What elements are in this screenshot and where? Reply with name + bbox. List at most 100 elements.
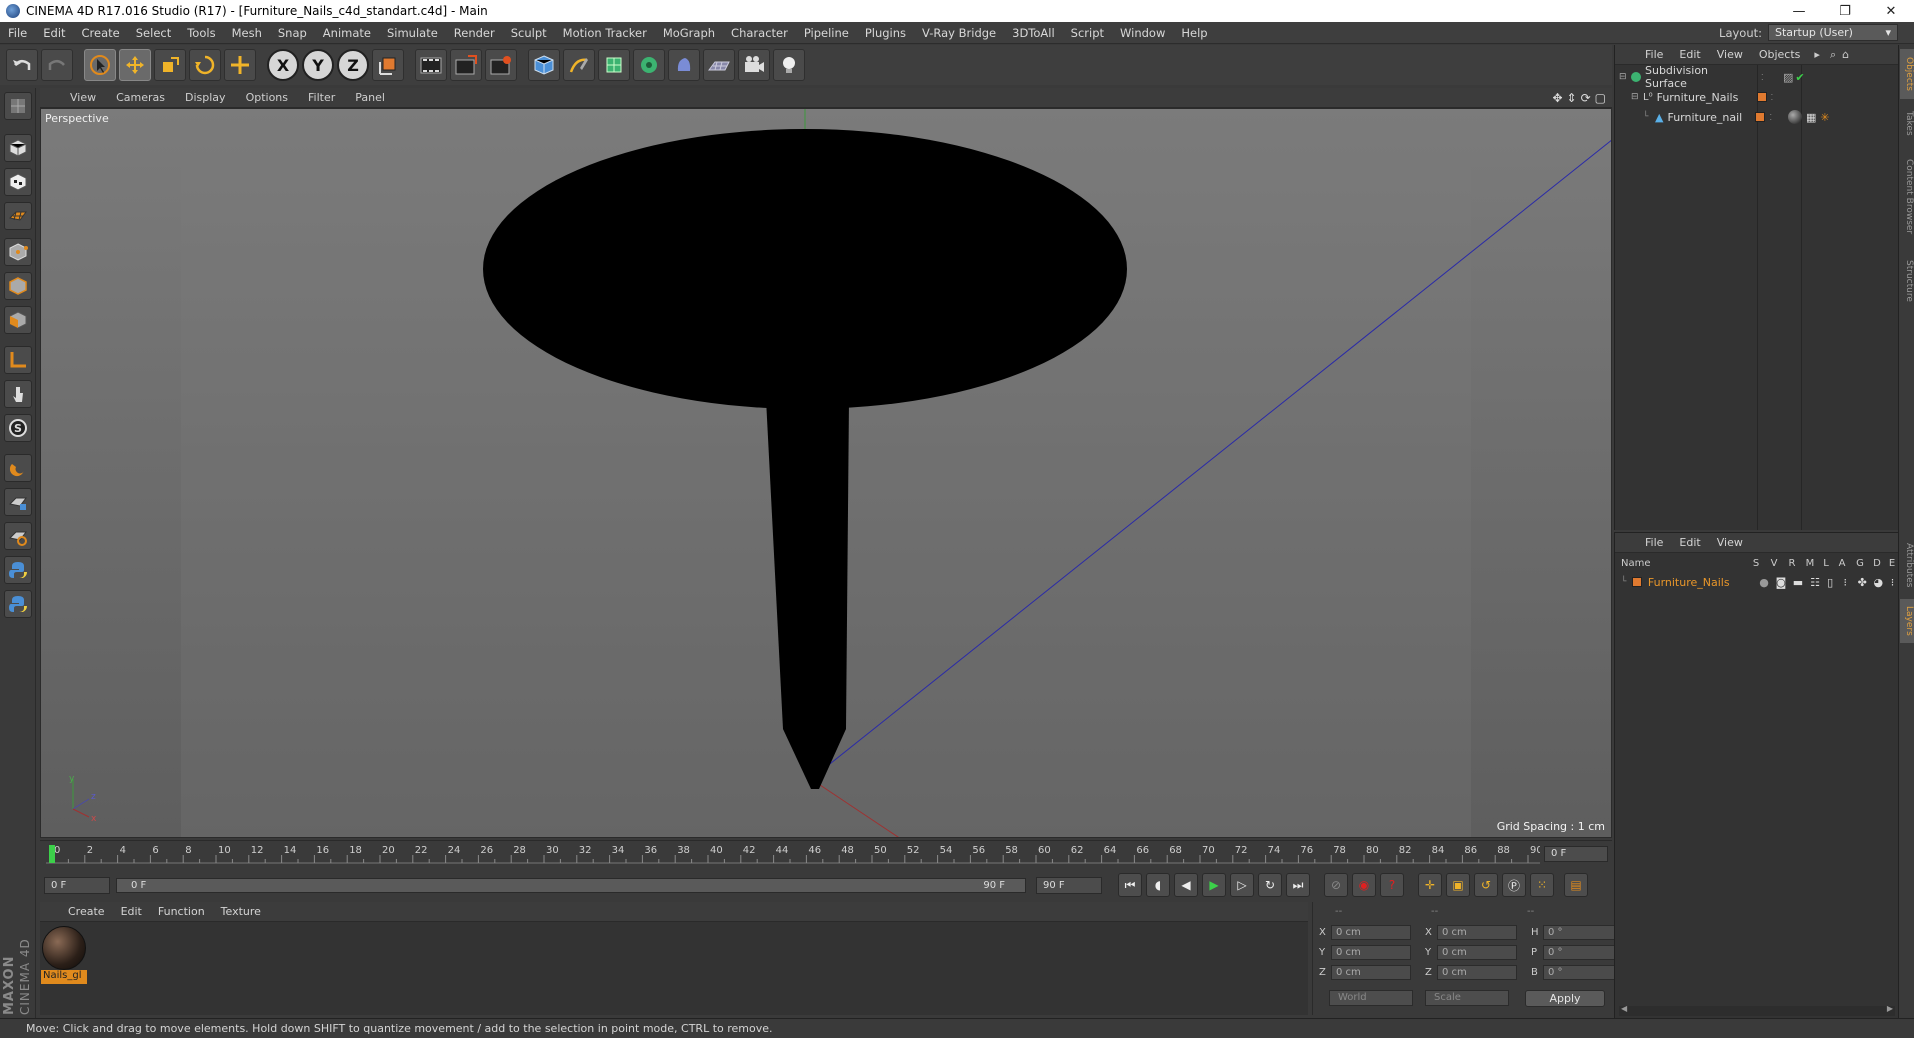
y-axis-lock-button[interactable]: Y (302, 49, 334, 81)
objects-menu-edit[interactable]: Edit (1671, 48, 1708, 61)
pen-spline-button[interactable] (563, 49, 595, 81)
menu-edit[interactable]: Edit (35, 26, 73, 40)
material-tag-icon[interactable] (1788, 110, 1803, 124)
maximize-view-icon[interactable]: ▢ (1595, 91, 1606, 105)
current-frame-field[interactable]: 0 F (1544, 846, 1608, 862)
python-script-button-1[interactable] (4, 556, 32, 584)
rotation-key-icon[interactable]: ↺ (1474, 873, 1498, 897)
menu-create[interactable]: Create (74, 26, 128, 40)
object-row-furniture-nails[interactable]: ⊟ L⁰ Furniture_Nails ⁚ (1615, 87, 1899, 107)
timeline-window-icon[interactable]: ▤ (1564, 873, 1588, 897)
viewport-menu-filter[interactable]: Filter (298, 91, 345, 104)
end-frame-field[interactable]: 90 F (1036, 876, 1102, 894)
phong-tag-icon[interactable]: ✳ (1820, 111, 1829, 124)
visibility-dots-icon[interactable]: ⁚ (1771, 93, 1774, 102)
position-x-field[interactable]: 0 cm (1331, 924, 1411, 940)
material-preview-swatch[interactable] (42, 926, 86, 970)
layer-color-tag[interactable] (1756, 92, 1767, 102)
objects-menu-file[interactable]: File (1637, 48, 1671, 61)
layer-render-icon[interactable]: ▬ (1790, 576, 1807, 589)
previous-frame-icon[interactable]: ◀ (1174, 873, 1198, 897)
home-icon[interactable]: ⌂ (1842, 48, 1849, 61)
layer-generators-icon[interactable]: ✤ (1854, 576, 1871, 589)
go-to-end-icon[interactable]: ⏭ (1286, 873, 1310, 897)
tab-structure[interactable]: Structure (1900, 251, 1914, 311)
tab-content-browser[interactable]: Content Browser (1900, 147, 1914, 247)
menu-mograph[interactable]: MoGraph (655, 26, 723, 40)
tweak-mode-button[interactable] (4, 380, 32, 408)
object-row-subdivision-surface[interactable]: ⊟ Subdivision Surface ⁚ ▨ ✔ (1615, 64, 1899, 90)
size-z-field[interactable]: 0 cm (1437, 964, 1517, 980)
magnet-tool-button[interactable] (4, 454, 32, 482)
tree-collapse-icon[interactable]: ⊟ (1631, 92, 1643, 102)
workplane-mode-button[interactable] (4, 202, 32, 230)
menu-simulate[interactable]: Simulate (379, 26, 446, 40)
layer-row-furniture-nails[interactable]: └ Furniture_Nails ● ◙ ▬ ☷ ▯ ⁝ ✤ ◕ ⁝ (1615, 573, 1899, 591)
render-view-button[interactable] (415, 49, 447, 81)
preview-range-slider[interactable]: 0 F 90 F (116, 877, 1026, 893)
scale-tool-button[interactable] (154, 49, 186, 81)
next-frame-icon[interactable]: ▷ (1230, 873, 1254, 897)
viewport-menu-cameras[interactable]: Cameras (106, 91, 175, 104)
position-y-field[interactable]: 0 cm (1331, 944, 1411, 960)
layer-view-icon[interactable]: ◙ (1773, 576, 1790, 589)
z-axis-lock-button[interactable]: Z (337, 49, 369, 81)
autokeying-icon[interactable]: ◉ (1352, 873, 1376, 897)
menu-character[interactable]: Character (723, 26, 796, 40)
scale-key-icon[interactable]: ▣ (1446, 873, 1470, 897)
menu-plugins[interactable]: Plugins (857, 26, 914, 40)
layer-color-swatch[interactable] (1632, 577, 1642, 587)
points-mode-button[interactable] (4, 238, 32, 266)
layer-lock-icon[interactable]: ▯ (1824, 576, 1837, 589)
size-y-field[interactable]: 0 cm (1437, 944, 1517, 960)
planar-workplane-button[interactable] (4, 522, 32, 550)
material-menu-edit[interactable]: Edit (113, 905, 150, 918)
subdivision-surface-button[interactable] (598, 49, 630, 81)
visibility-dots-icon[interactable]: ⁚ (1769, 113, 1772, 122)
menu-file[interactable]: File (0, 26, 35, 40)
previous-key-icon[interactable]: ◖ (1146, 873, 1170, 897)
layout-select[interactable]: Startup (User) ▾ (1768, 24, 1898, 41)
python-script-button-2[interactable] (4, 590, 32, 618)
position-z-field[interactable]: 0 cm (1331, 964, 1411, 980)
search-icon[interactable]: ⌕ (1830, 48, 1836, 62)
uvw-tag-icon[interactable]: ▦ (1806, 111, 1816, 124)
apply-button[interactable]: Apply (1525, 990, 1605, 1007)
undo-button[interactable] (6, 49, 38, 81)
layer-horizontal-scrollbar[interactable]: ◀ ▶ (1619, 1004, 1895, 1016)
layer-color-tag[interactable] (1755, 112, 1766, 122)
viewport-menu-display[interactable]: Display (175, 91, 236, 104)
tab-takes[interactable]: Takes (1900, 103, 1914, 143)
rotate-tool-button[interactable] (189, 49, 221, 81)
camera-button[interactable] (738, 49, 770, 81)
snap-button[interactable]: S (4, 414, 32, 442)
scroll-left-icon[interactable]: ◀ (1621, 1004, 1627, 1013)
render-to-picture-viewer-button[interactable] (450, 49, 482, 81)
scroll-right-icon[interactable]: ▶ (1887, 1004, 1893, 1013)
minimize-button[interactable]: — (1776, 0, 1822, 22)
menu-sculpt[interactable]: Sculpt (503, 26, 555, 40)
move-tool-button[interactable] (119, 49, 151, 81)
polygons-mode-button[interactable] (4, 306, 32, 334)
pan-view-icon[interactable]: ✥ (1552, 91, 1562, 105)
menu-mesh[interactable]: Mesh (224, 26, 270, 40)
menu-pipeline[interactable]: Pipeline (796, 26, 857, 40)
tab-layers[interactable]: Layers (1900, 599, 1914, 643)
transform-mode-dropdown[interactable]: Scale (1425, 990, 1509, 1006)
render-settings-button[interactable] (485, 49, 517, 81)
viewport-menu-view[interactable]: View (60, 91, 106, 104)
light-button[interactable] (773, 49, 805, 81)
tab-objects[interactable]: Objects (1900, 49, 1914, 99)
enabled-check-icon[interactable]: ✔ (1795, 71, 1804, 84)
go-to-start-icon[interactable]: ⏮ (1118, 873, 1142, 897)
model-mode-button[interactable] (4, 134, 32, 162)
axis-mode-button[interactable] (4, 346, 32, 374)
menu-animate[interactable]: Animate (315, 26, 379, 40)
coordinate-space-dropdown[interactable]: World (1329, 990, 1413, 1006)
menu-3dtoall[interactable]: 3DToAll (1004, 26, 1063, 40)
layers-menu-edit[interactable]: Edit (1671, 536, 1708, 549)
perspective-viewport[interactable]: y z x Perspective Grid Spacing : 1 cm (40, 108, 1612, 838)
menu-script[interactable]: Script (1063, 26, 1112, 40)
objects-menu-view[interactable]: View (1709, 48, 1751, 61)
menu-tools[interactable]: Tools (179, 26, 223, 40)
